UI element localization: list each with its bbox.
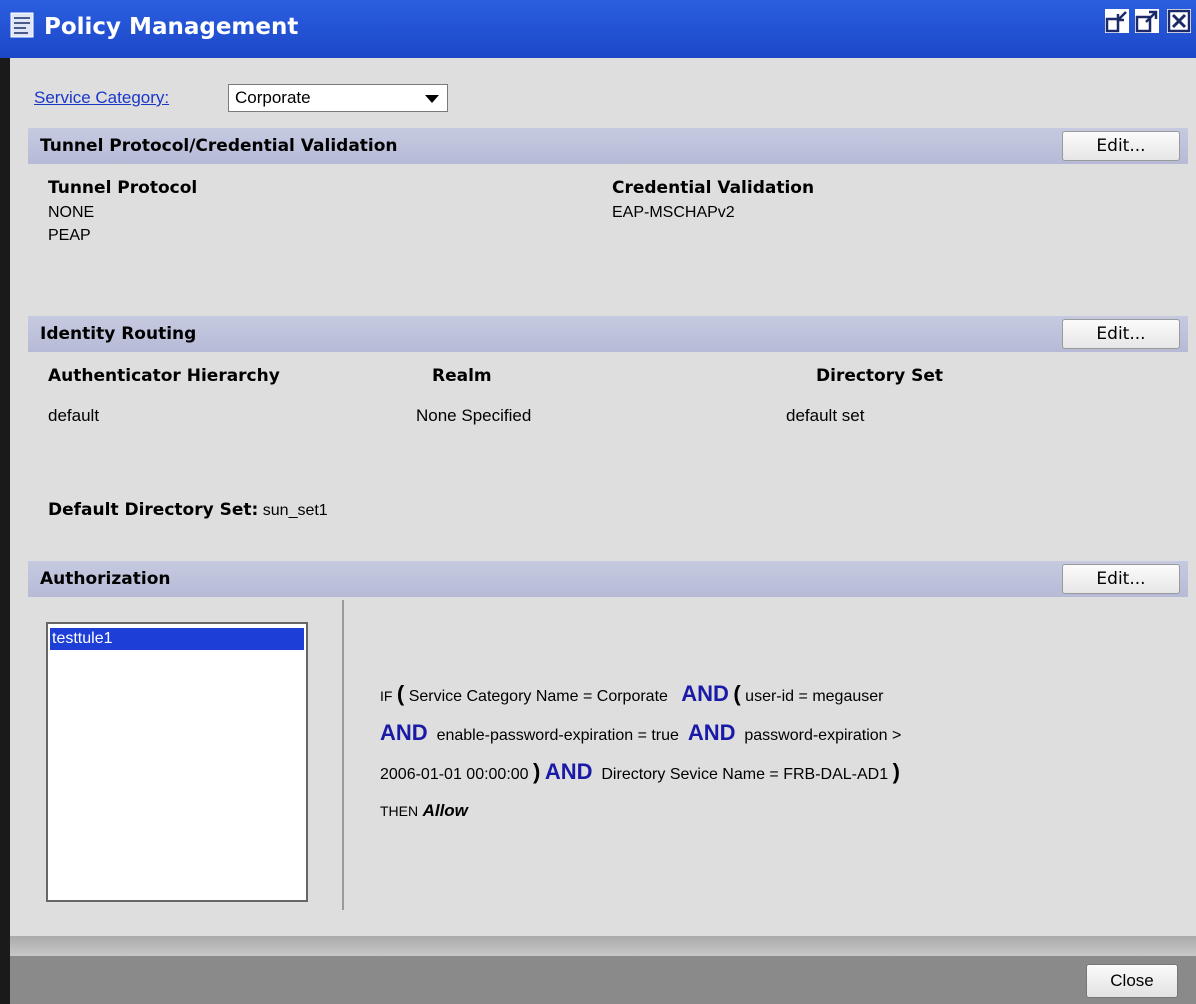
title-bar: Policy Management: [0, 0, 1196, 58]
rules-list[interactable]: testtule1: [46, 622, 308, 902]
column-header-directory-set: Directory Set: [816, 366, 944, 386]
rule-condition: password-expiration >: [744, 727, 902, 744]
rule-paren: ): [533, 759, 541, 784]
rule-and: AND: [681, 681, 729, 706]
authenticator-value: default: [48, 406, 100, 425]
rule-condition: Directory Sevice Name = FRB-DAL-AD1: [601, 766, 889, 783]
footer-separator: [10, 936, 1196, 956]
rule-paren: (: [733, 681, 741, 706]
rule-condition: Service Category Name = Corporate: [408, 688, 668, 705]
close-icon[interactable]: [1166, 8, 1192, 34]
service-category-link[interactable]: Service Category:: [34, 88, 169, 108]
rule-and: AND: [544, 759, 593, 784]
service-category-value: Corporate: [235, 88, 311, 107]
rule-and: AND: [380, 720, 428, 745]
credential-validation-header: Credential Validation: [612, 178, 815, 198]
rule-paren: (: [396, 681, 405, 706]
column-header-realm: Realm: [432, 366, 492, 386]
credential-validation-value: EAP-MSCHAPv2: [612, 204, 735, 221]
tunnel-protocol-header: Tunnel Protocol: [48, 178, 198, 198]
rule-expression: IF ( Service Category Name = Corporate A…: [380, 676, 1160, 830]
default-directory-set: Default Directory Set: sun_set1: [48, 500, 328, 520]
policy-management-window: Policy Management Service Category: Corp…: [0, 0, 1196, 1004]
tunnel-section-header: Tunnel Protocol/Credential Validation Ed…: [28, 128, 1188, 164]
list-item[interactable]: testtule1: [50, 628, 304, 650]
realm-value: None Specified: [416, 406, 532, 425]
rule-paren: ): [892, 759, 900, 784]
rule-and: AND: [687, 720, 736, 745]
close-button[interactable]: Close: [1086, 964, 1178, 998]
section-title: Authorization: [40, 569, 171, 589]
rule-condition: user-id = megauser: [745, 688, 884, 705]
window-title: Policy Management: [44, 14, 299, 40]
rule-condition: enable-password-expiration = true: [436, 727, 679, 744]
service-category-select[interactable]: Corporate: [228, 84, 448, 112]
rule-action: Allow: [422, 801, 468, 820]
authorization-edit-button[interactable]: Edit...: [1062, 564, 1180, 594]
column-header-authenticator: Authenticator Hierarchy: [48, 366, 280, 386]
chevron-down-icon: [425, 95, 439, 103]
identity-edit-button[interactable]: Edit...: [1062, 319, 1180, 349]
rule-then: THEN: [380, 803, 419, 819]
tunnel-edit-button[interactable]: Edit...: [1062, 131, 1180, 161]
tunnel-protocol-value: PEAP: [48, 227, 91, 244]
section-title: Identity Routing: [40, 324, 197, 344]
minimize-icon[interactable]: [1104, 8, 1130, 34]
default-directory-label: Default Directory Set:: [48, 500, 259, 520]
section-title: Tunnel Protocol/Credential Validation: [40, 136, 398, 156]
identity-section-header: Identity Routing Edit...: [28, 316, 1188, 352]
default-directory-value: sun_set1: [262, 502, 328, 519]
rule-if: IF: [380, 688, 393, 704]
document-icon: [10, 12, 34, 38]
maximize-icon[interactable]: [1134, 8, 1160, 34]
authorization-section-header: Authorization Edit...: [28, 561, 1188, 597]
divider: [342, 600, 344, 910]
rule-condition: 2006-01-01 00:00:00: [380, 766, 529, 783]
directory-set-value: default set: [786, 406, 865, 425]
tunnel-protocol-value: NONE: [48, 204, 95, 221]
footer-bar: Close: [10, 956, 1196, 1004]
